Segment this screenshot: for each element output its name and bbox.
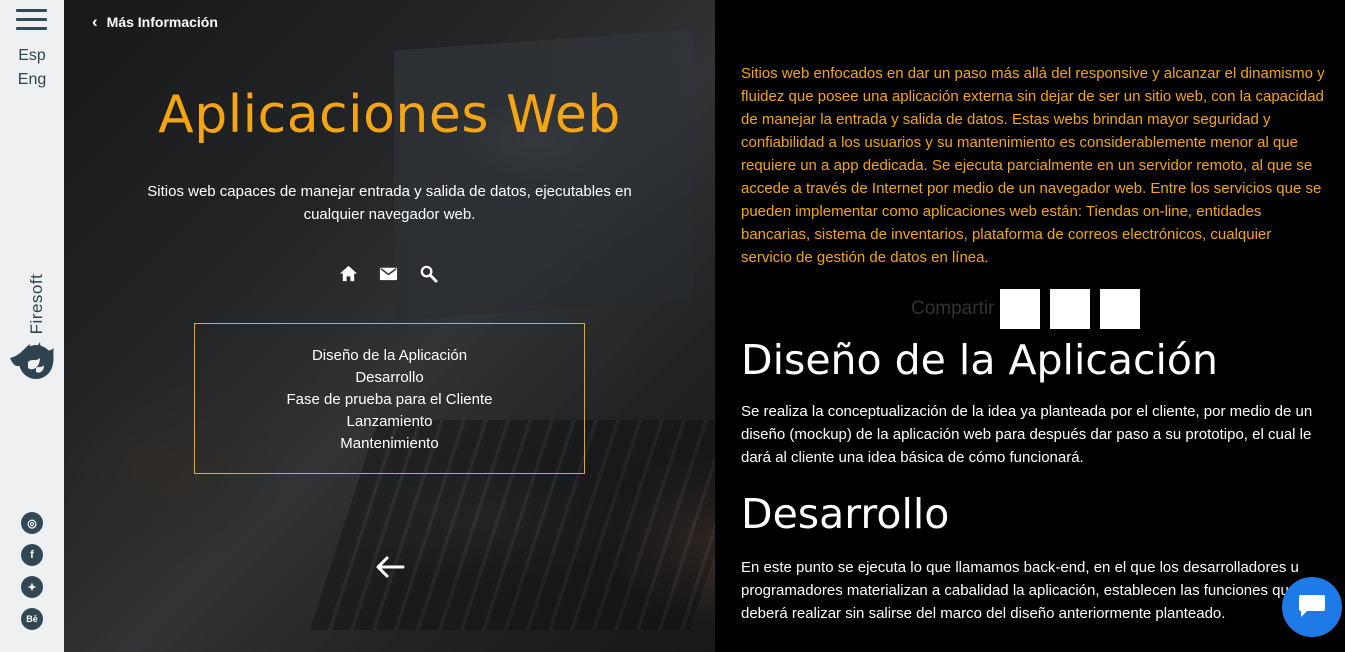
twitter-icon[interactable]: ✦: [21, 576, 43, 598]
search-icon[interactable]: [419, 264, 438, 283]
section-title-design: Diseño de la Aplicación: [741, 336, 1219, 384]
content-panel: Sitios web enfocados en dar un paso más …: [715, 0, 1345, 652]
share-button-2[interactable]: [1050, 289, 1091, 329]
language-esp[interactable]: Esp: [0, 47, 64, 65]
home-icon[interactable]: [339, 264, 358, 283]
toc-item-design[interactable]: Diseño de la Aplicación: [195, 345, 584, 367]
chevron-left-icon: ‹: [92, 12, 98, 31]
page: Esp Eng Firesoft ◎ f ✦ Bē ‹ Más Informac…: [0, 0, 1345, 652]
share-bar: Compartir: [911, 289, 1150, 329]
sidebar: Esp Eng Firesoft ◎ f ✦ Bē: [0, 0, 64, 652]
more-info-link[interactable]: ‹ Más Información: [92, 12, 218, 32]
chat-button[interactable]: [1282, 577, 1342, 637]
intro-text: Sitios web enfocados en dar un paso más …: [741, 65, 1325, 266]
toc-item-launch[interactable]: Lanzamiento: [195, 411, 584, 433]
toc-item-client-testing[interactable]: Fase de prueba para el Cliente: [195, 389, 584, 411]
behance-icon[interactable]: Bē: [21, 608, 43, 630]
share-button-3[interactable]: [1100, 289, 1141, 329]
section-text-design: Se realiza la conceptualización de la id…: [741, 403, 1313, 466]
table-of-contents: Diseño de la Aplicación Desarrollo Fase …: [194, 323, 585, 474]
toc-item-development[interactable]: Desarrollo: [195, 367, 584, 389]
menu-icon[interactable]: [16, 9, 47, 31]
flame-logo-icon: [10, 342, 54, 379]
facebook-icon[interactable]: f: [21, 544, 43, 566]
more-info-label: Más Información: [106, 14, 218, 30]
share-label: Compartir: [911, 298, 995, 319]
page-subtitle: Sitios web capaces de manejar entrada y …: [147, 183, 632, 223]
instagram-icon[interactable]: ◎: [21, 512, 43, 534]
brand-name: Firesoft: [27, 273, 46, 335]
section-title-development: Desarrollo: [741, 490, 950, 538]
brand-logo[interactable]: Firesoft: [6, 270, 60, 385]
hero-panel: ‹ Más Información Aplicaciones Web Sitio…: [64, 0, 715, 652]
mail-icon[interactable]: [379, 264, 398, 283]
hero-icon-row: [339, 262, 449, 284]
language-eng[interactable]: Eng: [0, 71, 64, 89]
section-text-development: En este punto se ejecuta lo que llamamos…: [741, 559, 1299, 622]
arrow-left-icon[interactable]: [375, 555, 405, 579]
toc-item-maintenance[interactable]: Mantenimiento: [195, 433, 584, 455]
share-button-1[interactable]: [1000, 289, 1041, 329]
page-title: Aplicaciones Web: [158, 85, 621, 145]
chat-bubble-icon: [1299, 595, 1325, 617]
